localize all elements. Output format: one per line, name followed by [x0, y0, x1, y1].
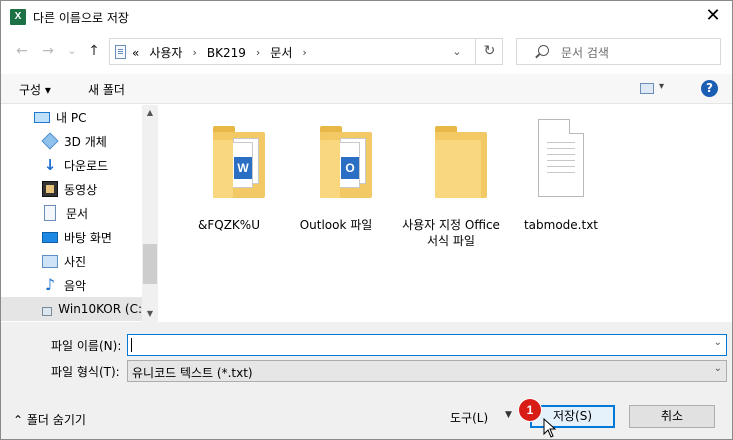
search-placeholder: 문서 검색 — [561, 46, 609, 60]
file-list: W &FQZK%U O Outlook 파일 사용자 지정 Office 서식 … — [159, 105, 732, 322]
help-icon[interactable]: ? — [701, 80, 718, 97]
save-options-panel: 파일 이름(N): ⌄ 파일 형식(T): 유니코드 텍스트 (*.txt) ⌄… — [1, 322, 732, 439]
pictures-icon — [42, 254, 58, 268]
nav-item-label: 3D 개체 — [64, 134, 107, 149]
nav-item-label: 동영상 — [64, 182, 98, 197]
breadcrumb-overflow[interactable]: « — [132, 46, 139, 60]
folder-icon — [435, 126, 487, 198]
breadcrumb-item-documents[interactable]: 문서 — [270, 44, 292, 61]
forward-arrow-icon[interactable]: → — [39, 41, 57, 61]
chevron-up-icon: ⌃ — [13, 413, 24, 427]
chevron-right-icon[interactable]: › — [256, 46, 260, 59]
text-file-icon — [538, 119, 584, 197]
window-title: 다른 이름으로 저장 — [33, 11, 129, 25]
tools-button[interactable]: 도구(L) — [450, 409, 488, 426]
hide-folders-toggle[interactable]: ⌃ 폴더 숨기기 — [13, 411, 86, 428]
back-arrow-icon[interactable]: ← — [13, 41, 31, 61]
command-bar: 구성 ▾ 새 폴더 ▾ ? — [1, 74, 732, 104]
scroll-thumb[interactable] — [143, 244, 157, 284]
organize-button[interactable]: 구성 ▾ — [19, 81, 51, 98]
refresh-icon[interactable]: ↻ — [475, 39, 503, 64]
mouse-pointer-icon — [543, 418, 557, 438]
chevron-down-icon[interactable]: ⌄ — [714, 337, 722, 348]
scroll-up-icon[interactable]: ▲ — [142, 105, 158, 121]
nav-item-pictures[interactable]: 사진 — [1, 249, 142, 273]
nav-item-label: 다운로드 — [64, 158, 109, 173]
step-number-badge: 1 — [519, 399, 541, 421]
videos-icon — [42, 181, 58, 197]
3d-objects-icon — [41, 132, 59, 150]
nav-item-label: 바탕 화면 — [64, 230, 112, 245]
breadcrumb-item-users[interactable]: 사용자 — [149, 44, 182, 61]
new-folder-button[interactable]: 새 폴더 — [88, 81, 125, 98]
nav-item-downloads[interactable]: ↓ 다운로드 — [1, 153, 142, 177]
file-name: 사용자 지정 Office 서식 파일 — [402, 218, 500, 248]
text-caret — [131, 338, 132, 352]
view-options-icon[interactable] — [640, 83, 654, 94]
filetype-select[interactable]: 유니코드 텍스트 (*.txt) ⌄ — [127, 360, 727, 382]
close-icon[interactable]: ✕ — [701, 4, 725, 28]
nav-item-label: Win10KOR (C: — [58, 302, 142, 316]
filetype-label: 파일 형식(T): — [51, 365, 120, 379]
address-bar[interactable]: « 사용자 › BK219 › 문서 › ⌄ ↻ — [109, 38, 503, 65]
breadcrumb-item-bk219[interactable]: BK219 — [207, 46, 246, 60]
folder-with-documents-icon: O — [320, 126, 372, 198]
chevron-down-icon: ⌄ — [713, 363, 722, 374]
nav-item-desktop[interactable]: 바탕 화면 — [1, 225, 142, 249]
title-bar: X 다른 이름으로 저장 ✕ — [1, 1, 732, 32]
nav-item-label: 사진 — [64, 254, 87, 269]
breadcrumb: « 사용자 › BK219 › 문서 › — [132, 44, 307, 61]
documents-icon — [44, 205, 56, 221]
nav-item-label: 문서 — [66, 206, 89, 221]
navigation-pane: 내 PC 3D 개체 ↓ 다운로드 동영상 문서 바탕 화면 사진 ♪ 음악 W… — [1, 105, 158, 322]
nav-item-label: 내 PC — [56, 110, 87, 125]
nav-item-label: 음악 — [64, 278, 87, 293]
folder-with-documents-icon: W — [213, 126, 265, 198]
drive-icon — [42, 306, 53, 316]
file-name: tabmode.txt — [523, 218, 599, 232]
nav-item-local-disk[interactable]: Win10KOR (C: — [1, 297, 142, 321]
search-icon — [538, 45, 549, 56]
documents-location-icon — [115, 45, 126, 59]
filename-input[interactable]: ⌄ — [127, 334, 727, 356]
up-arrow-icon[interactable]: ↑ — [85, 41, 103, 61]
file-name: &FQZK%U — [198, 218, 260, 232]
hide-folders-label: 폴더 숨기기 — [26, 413, 86, 427]
chevron-down-icon[interactable]: ⌄ — [448, 43, 466, 61]
nav-pane-scrollbar[interactable]: ▲ ▼ — [142, 105, 158, 322]
nav-item-videos[interactable]: 동영상 — [1, 177, 142, 201]
filetype-value: 유니코드 텍스트 (*.txt) — [132, 366, 253, 380]
desktop-icon — [42, 231, 58, 243]
pc-icon — [34, 111, 50, 123]
nav-item-documents[interactable]: 문서 — [1, 201, 142, 225]
scroll-down-icon[interactable]: ▼ — [142, 306, 158, 322]
file-name: Outlook 파일 — [299, 218, 373, 232]
nav-item-3d-objects[interactable]: 3D 개체 — [1, 129, 142, 153]
chevron-right-icon[interactable]: › — [302, 46, 306, 59]
nav-item-music[interactable]: ♪ 음악 — [1, 273, 142, 297]
view-dropdown-icon[interactable]: ▾ — [659, 81, 664, 92]
filename-label: 파일 이름(N): — [51, 339, 122, 353]
excel-app-icon: X — [10, 9, 26, 25]
search-box[interactable]: 문서 검색 — [516, 38, 721, 65]
save-as-dialog: X 다른 이름으로 저장 ✕ ← → ⌄ ↑ « 사용자 › BK219 › 문… — [0, 0, 733, 440]
recent-locations-chevron-icon[interactable]: ⌄ — [63, 41, 81, 61]
music-icon: ♪ — [44, 275, 56, 294]
downloads-icon: ↓ — [43, 156, 57, 174]
nav-item-this-pc[interactable]: 내 PC — [1, 105, 142, 129]
tools-dropdown-icon[interactable]: ▼ — [505, 410, 512, 420]
chevron-right-icon[interactable]: › — [192, 46, 196, 59]
cancel-button[interactable]: 취소 — [629, 405, 715, 428]
